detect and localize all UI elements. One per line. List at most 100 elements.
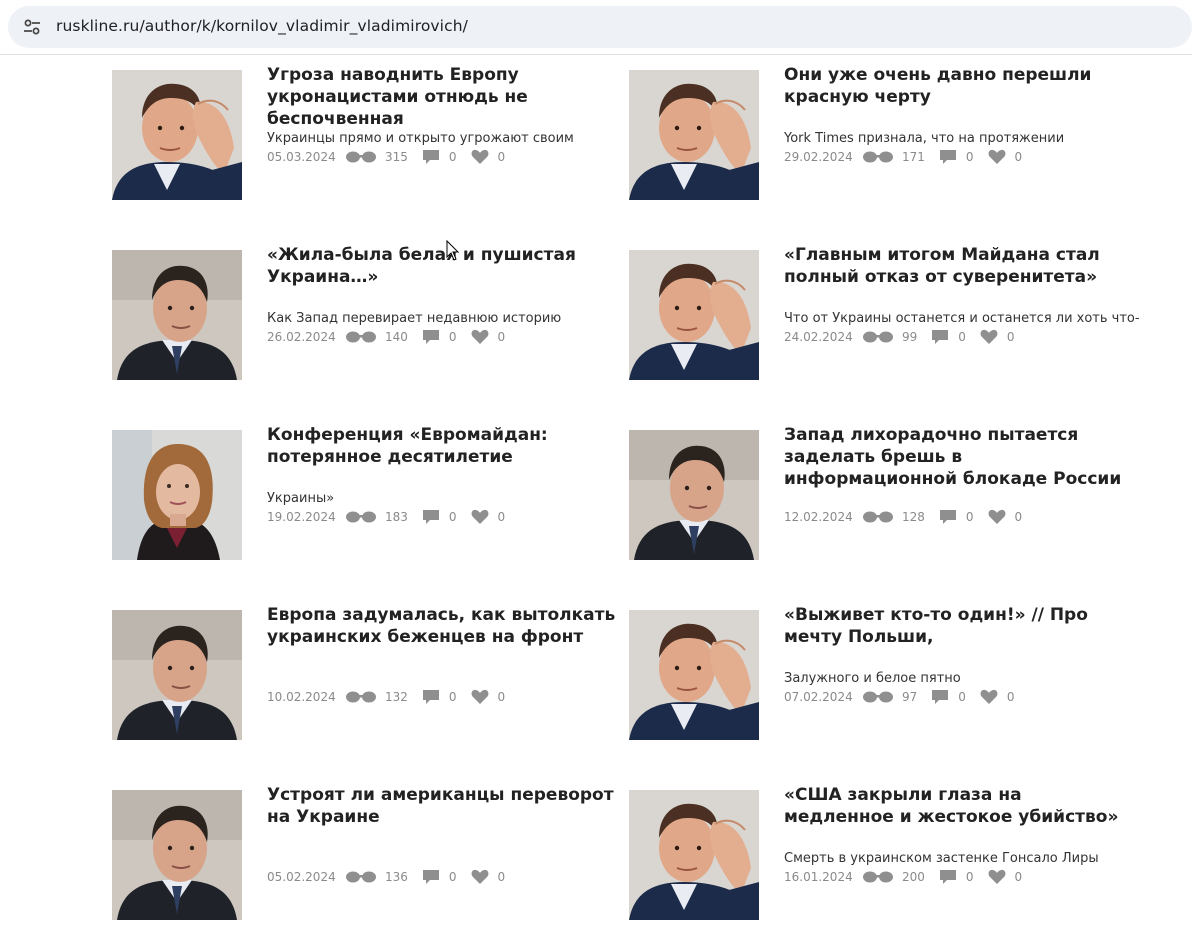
article-meta: 24.02.2024 99 0 0	[784, 328, 1029, 345]
views-count: 200	[902, 869, 925, 884]
comments-count: 0	[965, 869, 974, 884]
article-card[interactable]: «США закрыли глаза на медленное и жесток…	[629, 785, 1149, 920]
article-photo[interactable]	[629, 250, 759, 380]
article-date: 19.02.2024	[267, 509, 336, 524]
article-card[interactable]: Устроят ли американцы переворот на Украи…	[112, 785, 632, 920]
article-title-link[interactable]: Они уже очень давно перешли красную черт…	[784, 64, 1134, 108]
likes-count: 0	[1006, 689, 1015, 704]
article-photo[interactable]	[112, 70, 242, 200]
article-date: 29.02.2024	[784, 149, 853, 164]
heart-icon	[471, 869, 489, 885]
article-title-link[interactable]: «Выживет кто-то один!» // Про мечту Поль…	[784, 604, 1134, 648]
article-card[interactable]: Конференция «Евромайдан: потерянное деся…	[112, 425, 632, 560]
comment-icon	[422, 689, 440, 705]
article-date: 12.02.2024	[784, 509, 853, 524]
views-count: 99	[902, 329, 918, 344]
heart-icon	[471, 509, 489, 525]
article-meta: 29.02.2024 171 0 0	[784, 148, 1036, 165]
comment-icon	[422, 329, 440, 345]
article-title-link[interactable]: Запад лихорадочно пытается заделать бреш…	[784, 424, 1134, 490]
article-title-link[interactable]: «Жила-была белая и пушистая Украина…»	[267, 244, 617, 288]
comment-icon	[422, 509, 440, 525]
article-lead: Залужного и белое пятно	[784, 671, 961, 686]
article-meta: 10.02.2024 132 0 0	[267, 688, 519, 705]
heart-icon	[988, 869, 1006, 885]
comment-icon	[939, 149, 957, 165]
comment-icon	[939, 869, 957, 885]
article-card[interactable]: Запад лихорадочно пытается заделать бреш…	[629, 425, 1149, 560]
comments-count: 0	[958, 689, 966, 704]
article-date: 07.02.2024	[784, 689, 853, 704]
article-photo[interactable]	[112, 610, 242, 740]
likes-count: 0	[497, 149, 506, 164]
glasses-icon	[345, 510, 377, 524]
article-meta: 07.02.2024 97 0 0	[784, 688, 1029, 705]
likes-count: 0	[497, 329, 506, 344]
article-card[interactable]: «Главным итогом Майдана стал полный отка…	[629, 245, 1149, 380]
likes-count: 0	[1014, 869, 1023, 884]
article-title-link[interactable]: Устроят ли американцы переворот на Украи…	[267, 784, 617, 828]
comments-count: 0	[958, 329, 966, 344]
likes-count: 0	[497, 509, 506, 524]
article-date: 24.02.2024	[784, 329, 853, 344]
article-lead: Украины»	[267, 491, 335, 506]
glasses-icon	[862, 510, 894, 524]
article-meta: 05.03.2024 315 0 0	[267, 148, 519, 165]
article-photo[interactable]	[629, 70, 759, 200]
article-title-link[interactable]: «США закрыли глаза на медленное и жесток…	[784, 784, 1134, 828]
heart-icon	[471, 329, 489, 345]
comments-count: 0	[965, 509, 974, 524]
glasses-icon	[345, 330, 377, 344]
glasses-icon	[862, 690, 894, 704]
glasses-icon	[862, 330, 894, 344]
likes-count: 0	[497, 689, 506, 704]
article-lead: Что от Украины останется и останется ли …	[784, 311, 1140, 326]
article-title-link[interactable]: Конференция «Евромайдан: потерянное деся…	[267, 424, 617, 468]
comment-icon	[931, 329, 949, 345]
article-lead: York Times признала, что на протяжении	[784, 131, 1065, 146]
article-date: 10.02.2024	[267, 689, 336, 704]
heart-icon	[988, 509, 1006, 525]
article-card[interactable]: Они уже очень давно перешли красную черт…	[629, 65, 1149, 200]
glasses-icon	[345, 870, 377, 884]
views-count: 97	[902, 689, 918, 704]
article-photo[interactable]	[112, 250, 242, 380]
views-count: 315	[385, 149, 408, 164]
article-meta: 16.01.2024 200 0 0	[784, 868, 1036, 885]
glasses-icon	[862, 870, 894, 884]
article-card[interactable]: Европа задумалась, как вытолкать украинс…	[112, 605, 632, 740]
article-lead: Смерть в украинском застенке Гонсало Лир…	[784, 851, 1099, 866]
heart-icon	[988, 149, 1006, 165]
comments-count: 0	[448, 689, 457, 704]
views-count: 128	[902, 509, 925, 524]
comment-icon	[931, 689, 949, 705]
views-count: 183	[385, 509, 408, 524]
comments-count: 0	[448, 869, 457, 884]
article-card[interactable]: «Выживет кто-то один!» // Про мечту Поль…	[629, 605, 1149, 740]
heart-icon	[980, 329, 998, 345]
article-photo[interactable]	[629, 610, 759, 740]
article-title-link[interactable]: Европа задумалась, как вытолкать украинс…	[267, 604, 617, 648]
comments-count: 0	[448, 509, 457, 524]
articles-grid: Угроза наводнить Европу укронацистами от…	[0, 0, 1192, 949]
likes-count: 0	[1014, 509, 1023, 524]
views-count: 140	[385, 329, 408, 344]
article-card[interactable]: «Жила-была белая и пушистая Украина…» Как…	[112, 245, 632, 380]
views-count: 171	[902, 149, 925, 164]
article-photo[interactable]	[629, 430, 759, 560]
comments-count: 0	[448, 329, 457, 344]
article-lead: Украинцы прямо и открыто угрожают своим	[267, 131, 574, 146]
article-card[interactable]: Угроза наводнить Европу укронацистами от…	[112, 65, 632, 200]
likes-count: 0	[497, 869, 506, 884]
article-photo[interactable]	[629, 790, 759, 920]
article-title-link[interactable]: «Главным итогом Майдана стал полный отка…	[784, 244, 1134, 288]
article-meta: 19.02.2024 183 0 0	[267, 508, 519, 525]
heart-icon	[980, 689, 998, 705]
heart-icon	[471, 689, 489, 705]
article-photo[interactable]	[112, 430, 242, 560]
article-photo[interactable]	[112, 790, 242, 920]
article-meta: 12.02.2024 128 0 0	[784, 508, 1036, 525]
article-title-link[interactable]: Угроза наводнить Европу укронацистами от…	[267, 64, 617, 130]
glasses-icon	[862, 150, 894, 164]
comment-icon	[422, 869, 440, 885]
